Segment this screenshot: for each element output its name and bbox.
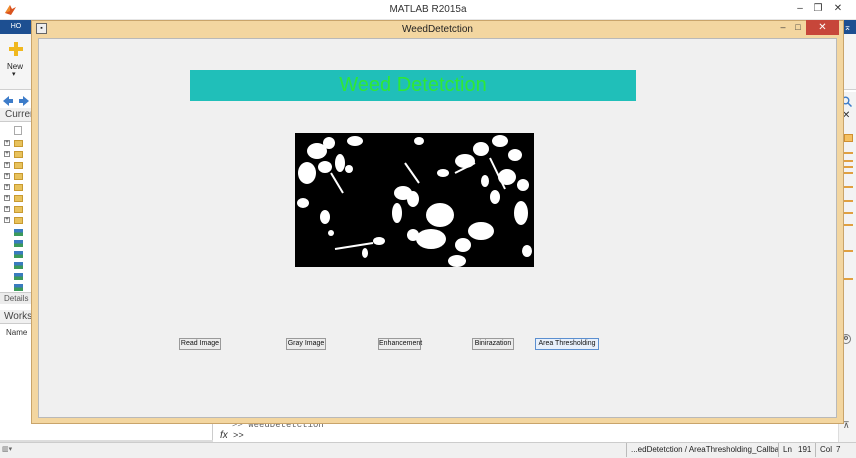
chevron-down-icon[interactable]: ▾ [12,70,16,78]
figure-minimize-button[interactable]: – [776,21,790,33]
list-item[interactable]: + [4,161,30,171]
restore-button[interactable]: ❐ [810,2,826,16]
workspace-name-column[interactable]: Name [0,326,32,339]
scroll-mark [844,172,853,174]
folder-icon [14,140,23,147]
scroll-mark [844,212,853,214]
image-file-icon [14,240,23,247]
gui-title: Weed Detetction [339,74,487,96]
list-item[interactable]: + [4,205,30,215]
folder-icon [14,206,23,213]
minimize-button[interactable]: – [792,2,808,16]
binarization-button[interactable]: Binirazation [472,338,514,350]
scroll-mark [844,152,853,154]
list-item[interactable] [4,250,30,260]
scroll-mark [844,200,853,202]
scroll-mark [844,250,853,252]
gray-image-button[interactable]: Gray Image [286,338,326,350]
image-file-icon [14,273,23,280]
status-col-label: Col [815,443,833,457]
back-forward-icon[interactable] [2,95,30,107]
expand-icon[interactable]: + [4,140,10,146]
folder-icon [14,173,23,180]
new-plus-icon[interactable] [9,42,23,56]
enhancement-button[interactable]: Enhancement [378,338,422,350]
folder-icon [14,184,23,191]
scroll-mark [844,160,853,162]
read-image-button[interactable]: Read Image [179,338,221,350]
expand-icon[interactable]: + [4,162,10,168]
list-item[interactable]: + [4,194,30,204]
figure-maximize-button[interactable]: □ [791,21,805,33]
fx-icon[interactable]: fx [220,430,228,441]
scroll-mark [844,224,853,226]
tab-home[interactable]: HO [0,20,32,34]
folder-icon [14,162,23,169]
expand-icon[interactable]: + [4,217,10,223]
expand-icon[interactable]: + [4,151,10,157]
command-prompt[interactable]: >> [233,431,244,441]
status-callback: ...edDetetction / AreaThresholding_Callb… [626,443,778,457]
result-image-axes [295,133,534,267]
list-item[interactable] [4,228,30,238]
folder-icon [14,151,23,158]
list-item[interactable]: + [4,172,30,182]
file-tree[interactable]: + + + + + + + + [0,122,32,292]
image-file-icon [14,251,23,258]
app-title: MATLAB R2015a [389,4,467,15]
list-item[interactable] [4,261,30,271]
area-thresholding-button[interactable]: Area Thresholding [535,338,599,350]
list-item[interactable]: + [4,216,30,226]
scroll-mark [844,166,853,168]
status-ln-value: 191 [798,445,812,454]
scroll-mark [844,186,853,188]
figure-title: WeedDetetction [402,24,473,35]
list-item[interactable] [4,272,30,282]
image-file-icon [14,229,23,236]
folder-icon [14,195,23,202]
image-file-icon [14,284,23,291]
list-item[interactable] [4,239,30,249]
current-folder-header[interactable]: Curren [0,108,32,122]
scroll-indicator[interactable] [844,134,853,142]
details-panel-header[interactable]: Details [0,292,32,304]
scroll-mark [844,278,853,280]
expand-icon[interactable]: + [4,195,10,201]
file-icon [14,126,22,135]
status-grip-icon[interactable]: ▥▾ [2,444,20,455]
expand-icon[interactable]: + [4,173,10,179]
list-item[interactable]: + [4,139,30,149]
figure-close-button[interactable]: ✕ [806,20,839,35]
image-file-icon [14,262,23,269]
status-col-value: 7 [836,445,841,454]
expand-icon[interactable]: + [4,184,10,190]
folder-icon [14,217,23,224]
close-button[interactable]: ✕ [830,2,846,16]
workspace-header[interactable]: Works [0,310,32,324]
expand-icon[interactable]: + [4,206,10,212]
list-item[interactable]: + [4,183,30,193]
list-item[interactable]: + [4,150,30,160]
list-item[interactable] [4,126,30,136]
